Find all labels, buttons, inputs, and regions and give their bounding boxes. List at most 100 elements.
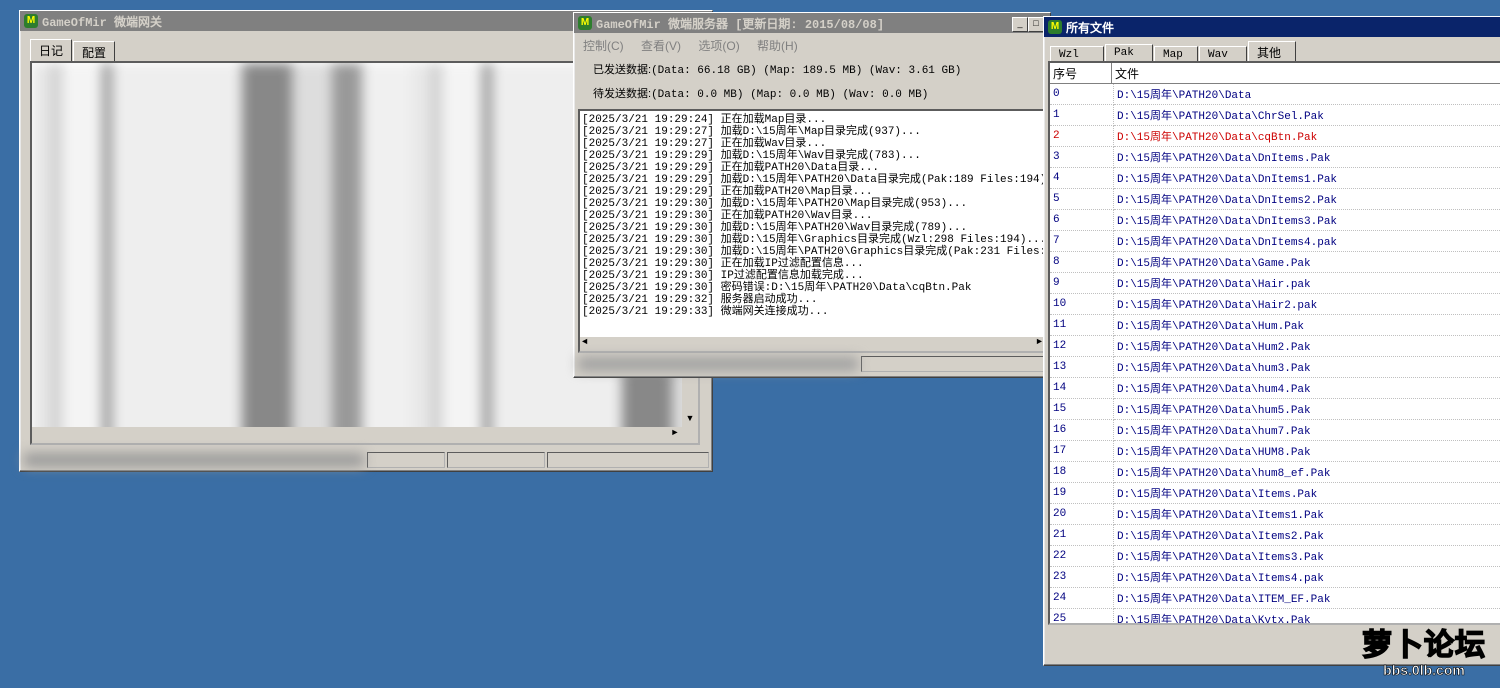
watermark-url: bbs.0lb.com	[1383, 662, 1465, 679]
file-path: D:\15周年\PATH20\Data\hum5.Pak	[1113, 398, 1500, 420]
files-list[interactable]: 序号 文件 0 D:\15周年\PATH20\Data 1 D:\15周年\PATH2…	[1048, 61, 1500, 625]
file-index: 11	[1050, 314, 1114, 336]
file-index: 19	[1050, 482, 1114, 504]
file-index: 24	[1050, 587, 1114, 609]
file-row[interactable]: 5 D:\15周年\PATH20\Data\DnItems2.Pak	[1050, 188, 1500, 210]
scroll-right-icon[interactable]: ►	[1037, 337, 1042, 347]
file-index: 1	[1050, 104, 1114, 126]
file-index: 15	[1050, 398, 1114, 420]
minimize-icon[interactable]: _	[1012, 17, 1028, 32]
files-title: 所有文件	[1066, 20, 1115, 35]
file-row[interactable]: 22 D:\15周年\PATH20\Data\Items3.Pak	[1050, 545, 1500, 567]
scroll-right-icon[interactable]: ►	[668, 427, 682, 443]
file-index: 22	[1050, 545, 1114, 567]
horizontal-scrollbar[interactable]: ►	[32, 427, 698, 443]
file-row[interactable]: 19 D:\15周年\PATH20\Data\Items.Pak	[1050, 482, 1500, 504]
col-index-header[interactable]: 序号	[1050, 63, 1112, 83]
tab-log[interactable]: 日记	[30, 39, 73, 63]
file-row[interactable]: 9 D:\15周年\PATH20\Data\Hair.pak	[1050, 272, 1500, 294]
file-index: 9	[1050, 272, 1114, 294]
file-row[interactable]: 4 D:\15周年\PATH20\Data\DnItems1.Pak	[1050, 167, 1500, 189]
file-index: 13	[1050, 356, 1114, 378]
file-index: 8	[1050, 251, 1114, 273]
file-path: D:\15周年\PATH20\Data\DnItems4.pak	[1113, 230, 1500, 252]
file-path: D:\15周年\PATH20\Data\hum4.Pak	[1113, 377, 1500, 399]
file-path: D:\15周年\PATH20\Data\HUM8.Pak	[1113, 440, 1500, 462]
file-row[interactable]: 21 D:\15周年\PATH20\Data\Items2.Pak	[1050, 524, 1500, 546]
file-row[interactable]: 23 D:\15周年\PATH20\Data\Items4.pak	[1050, 566, 1500, 588]
file-path: D:\15周年\PATH20\Data\Hum.Pak	[1113, 314, 1500, 336]
file-index: 12	[1050, 335, 1114, 357]
maximize-icon[interactable]: □	[1028, 17, 1044, 32]
server-statusbar	[576, 355, 1046, 373]
file-path: D:\15周年\PATH20\Data\Kytx.Pak	[1113, 608, 1500, 623]
file-row[interactable]: 25 D:\15周年\PATH20\Data\Kytx.Pak	[1050, 608, 1500, 623]
tab-other[interactable]: 其他	[1248, 41, 1296, 63]
file-row[interactable]: 15 D:\15周年\PATH20\Data\hum5.Pak	[1050, 398, 1500, 420]
file-row[interactable]: 20 D:\15周年\PATH20\Data\Items1.Pak	[1050, 503, 1500, 525]
file-row[interactable]: 8 D:\15周年\PATH20\Data\Game.Pak	[1050, 251, 1500, 273]
file-row[interactable]: 18 D:\15周年\PATH20\Data\hum8_ef.Pak	[1050, 461, 1500, 483]
file-index: 6	[1050, 209, 1114, 231]
file-row[interactable]: 16 D:\15周年\PATH20\Data\hum7.Pak	[1050, 419, 1500, 441]
file-row[interactable]: 11 D:\15周年\PATH20\Data\Hum.Pak	[1050, 314, 1500, 336]
file-index: 4	[1050, 167, 1114, 189]
file-row[interactable]: 7 D:\15周年\PATH20\Data\DnItems4.pak	[1050, 230, 1500, 252]
file-index: 5	[1050, 188, 1114, 210]
server-log[interactable]: [2025/3/21 19:29:24] 正在加载Map目录... [2025/3…	[578, 109, 1046, 353]
server-titlebar[interactable]: M GameOfMir 微端服务器 [更新日期: 2015/08/08]	[574, 13, 1050, 33]
file-path: D:\15周年\PATH20\Data\hum7.Pak	[1113, 419, 1500, 441]
log-line: [2025/3/21 19:29:30] 加载D:\15周年\Graphics目…	[582, 234, 1046, 246]
menu-help[interactable]: 帮助(H)	[757, 39, 798, 53]
file-index: 25	[1050, 608, 1114, 623]
file-path: D:\15周年\PATH20\Data\DnItems1.Pak	[1113, 167, 1500, 189]
tab-config[interactable]: 配置	[73, 41, 116, 63]
file-index: 20	[1050, 503, 1114, 525]
file-index: 2	[1050, 125, 1114, 147]
file-index: 3	[1050, 146, 1114, 168]
log-line: [2025/3/21 19:29:32] 服务器启动成功...	[582, 294, 818, 306]
log-line: [2025/3/21 19:29:33] 微端网关连接成功...	[582, 306, 829, 318]
log-line: [2025/3/21 19:29:27] 加载D:\15周年\Map目录完成(9…	[582, 126, 921, 138]
file-path: D:\15周年\PATH20\Data\ITEM_EF.Pak	[1113, 587, 1500, 609]
file-row[interactable]: 1 D:\15周年\PATH20\Data\ChrSel.Pak	[1050, 104, 1500, 126]
watermark-name: 萝卜论坛	[1361, 629, 1486, 663]
file-row[interactable]: 24 D:\15周年\PATH20\Data\ITEM_EF.Pak	[1050, 587, 1500, 609]
file-path: D:\15周年\PATH20\Data	[1113, 84, 1500, 105]
pending-stats: 待发送数据:(Data: 0.0 MB) (Map: 0.0 MB) (Wav:…	[593, 85, 928, 101]
files-table: 0 D:\15周年\PATH20\Data 1 D:\15周年\PATH20\Data…	[1050, 84, 1500, 623]
file-index: 10	[1050, 293, 1114, 315]
file-path: D:\15周年\PATH20\Data\DnItems3.Pak	[1113, 209, 1500, 231]
file-row[interactable]: 12 D:\15周年\PATH20\Data\Hum2.Pak	[1050, 335, 1500, 357]
col-file-header[interactable]: 文件	[1112, 63, 1500, 83]
server-window: M GameOfMir 微端服务器 [更新日期: 2015/08/08] _ □…	[573, 12, 1051, 378]
log-line: [2025/3/21 19:29:30] 加载D:\15周年\PATH20\Gr…	[582, 246, 1046, 258]
scroll-left-icon[interactable]: ◄	[582, 337, 587, 347]
log-line: [2025/3/21 19:29:29] 加载D:\15周年\PATH20\Da…	[582, 174, 1046, 186]
files-titlebar[interactable]: M 所有文件	[1044, 17, 1500, 37]
file-row[interactable]: 10 D:\15周年\PATH20\Data\Hair2.pak	[1050, 293, 1500, 315]
menu-options[interactable]: 选项(O)	[698, 39, 739, 53]
file-index: 17	[1050, 440, 1114, 462]
server-menubar: 控制(C) 查看(V) 选项(O) 帮助(H)	[583, 37, 812, 54]
scroll-down-icon[interactable]: ▼	[682, 413, 698, 427]
file-path: D:\15周年\PATH20\Data\Items4.pak	[1113, 566, 1500, 588]
log-line: [2025/3/21 19:29:30] 加载D:\15周年\PATH20\Wa…	[582, 222, 968, 234]
file-row[interactable]: 3 D:\15周年\PATH20\Data\DnItems.Pak	[1050, 146, 1500, 168]
app-icon: M	[1048, 20, 1062, 34]
file-row[interactable]: 2 D:\15周年\PATH20\Data\cqBtn.Pak	[1050, 125, 1500, 147]
file-row[interactable]: 6 D:\15周年\PATH20\Data\DnItems3.Pak	[1050, 209, 1500, 231]
log-horizontal-scrollbar[interactable]: ◄ ►	[580, 337, 1044, 351]
file-path: D:\15周年\PATH20\Data\Items3.Pak	[1113, 545, 1500, 567]
file-row[interactable]: 14 D:\15周年\PATH20\Data\hum4.Pak	[1050, 377, 1500, 399]
file-index: 23	[1050, 566, 1114, 588]
file-row[interactable]: 17 D:\15周年\PATH20\Data\HUM8.Pak	[1050, 440, 1500, 462]
file-row[interactable]: 0 D:\15周年\PATH20\Data	[1050, 84, 1500, 105]
log-line: [2025/3/21 19:29:24] 正在加载Map目录...	[582, 114, 827, 126]
file-index: 7	[1050, 230, 1114, 252]
menu-control[interactable]: 控制(C)	[583, 39, 624, 53]
menu-view[interactable]: 查看(V)	[641, 39, 681, 53]
files-list-header: 序号 文件	[1050, 63, 1500, 84]
file-path: D:\15周年\PATH20\Data\Hair2.pak	[1113, 293, 1500, 315]
file-row[interactable]: 13 D:\15周年\PATH20\Data\hum3.Pak	[1050, 356, 1500, 378]
